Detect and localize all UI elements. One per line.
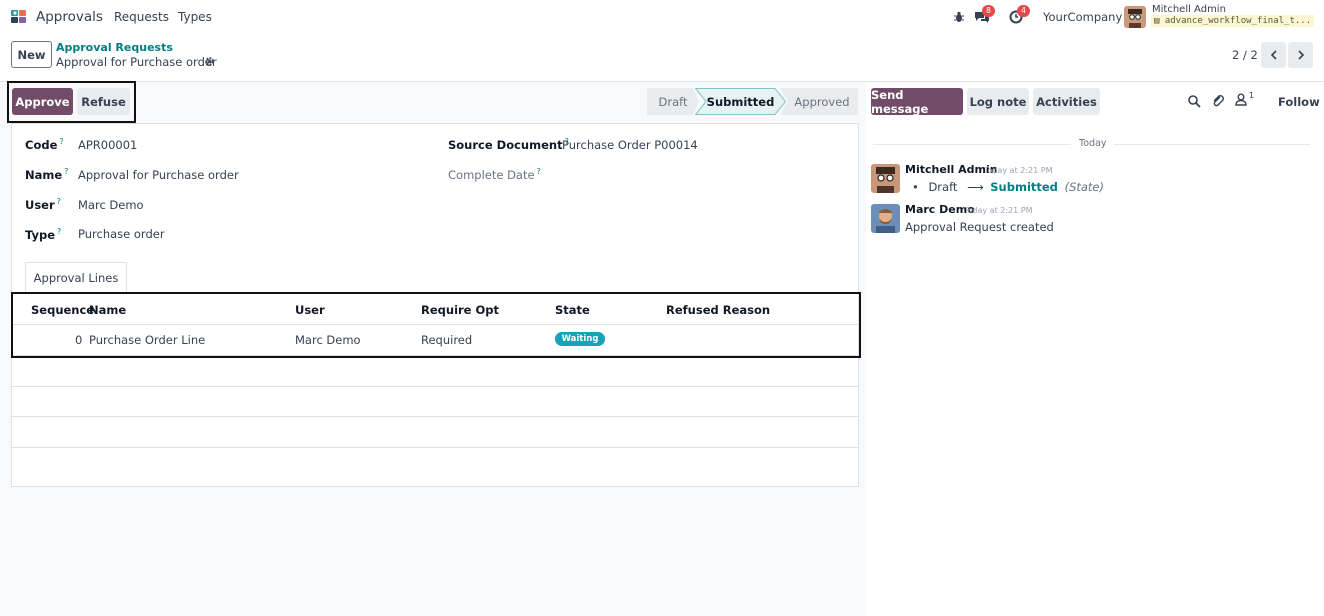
status-draft[interactable]: Draft bbox=[647, 88, 699, 115]
tracking-new-value: Submitted bbox=[990, 180, 1058, 194]
arrow-right-icon: ⟶ bbox=[967, 180, 984, 194]
type-value[interactable]: Purchase order bbox=[78, 227, 165, 241]
table-empty-row-divider bbox=[12, 416, 858, 417]
approvals-app-icon[interactable] bbox=[11, 9, 27, 25]
activities-button[interactable]: Activities bbox=[1033, 88, 1100, 115]
activities-clock-icon[interactable]: 4 bbox=[1009, 0, 1030, 34]
user-name[interactable]: Mitchell Admin bbox=[1152, 4, 1226, 15]
table-empty-row-divider bbox=[12, 386, 858, 387]
avatar[interactable] bbox=[871, 164, 900, 193]
messages-icon[interactable]: 8 bbox=[974, 0, 995, 34]
pager-next-button[interactable] bbox=[1288, 42, 1313, 68]
complete-date-label: Complete Date? bbox=[448, 167, 541, 182]
breadcrumb-current-record: Approval for Purchase order bbox=[56, 55, 217, 69]
menu-requests[interactable]: Requests bbox=[114, 10, 169, 24]
followers-button[interactable]: 1 bbox=[1235, 91, 1254, 109]
breadcrumb-approval-requests[interactable]: Approval Requests bbox=[56, 41, 173, 54]
person-icon bbox=[1235, 93, 1247, 106]
menu-types[interactable]: Types bbox=[178, 10, 212, 24]
message-time: Today at 2:21 PM bbox=[964, 206, 1033, 215]
user-avatar[interactable] bbox=[1124, 6, 1146, 28]
tab-approval-lines[interactable]: Approval Lines bbox=[25, 262, 127, 293]
code-label: Code? bbox=[25, 137, 64, 152]
database-name: ▤ advance_workflow_final_t... bbox=[1151, 15, 1314, 27]
user-value[interactable]: Marc Demo bbox=[78, 198, 144, 212]
status-submitted-outline bbox=[695, 88, 786, 115]
debug-bug-icon[interactable] bbox=[953, 0, 965, 34]
highlight-box-actions bbox=[7, 81, 136, 123]
message-time: Today at 2:21 PM bbox=[984, 166, 1053, 175]
date-separator-line bbox=[873, 144, 1071, 145]
tracking-old-value: Draft bbox=[928, 180, 958, 194]
tracking-value: • Draft ⟶ Submitted (State) bbox=[912, 180, 1104, 194]
date-separator: Today bbox=[1079, 138, 1107, 149]
tracking-field: (State) bbox=[1064, 180, 1104, 194]
source-document-label: Source Document? bbox=[448, 137, 569, 152]
code-value[interactable]: APR00001 bbox=[78, 138, 137, 152]
chevron-right-icon bbox=[1297, 50, 1304, 60]
type-label: Type? bbox=[25, 227, 62, 242]
message-body: Approval Request created bbox=[905, 220, 1054, 234]
table-empty-row-divider bbox=[12, 447, 858, 448]
log-note-button[interactable]: Log note bbox=[967, 88, 1029, 115]
avatar[interactable] bbox=[871, 204, 900, 233]
highlight-box-approval-lines bbox=[11, 292, 861, 358]
name-value[interactable]: Approval for Purchase order bbox=[78, 168, 239, 182]
top-navbar: Approvals Requests Types 8 4 YourCompany… bbox=[0, 0, 1324, 34]
send-message-button[interactable]: Send message bbox=[871, 88, 963, 116]
company-switcher[interactable]: YourCompany bbox=[1043, 0, 1122, 34]
app-name[interactable]: Approvals bbox=[36, 9, 103, 25]
user-label: User? bbox=[25, 197, 61, 212]
chevron-left-icon bbox=[1270, 50, 1277, 60]
messages-count-badge: 8 bbox=[982, 5, 995, 17]
database-name-text: advance_workflow_final_t... bbox=[1164, 16, 1312, 26]
activities-count-badge: 4 bbox=[1017, 5, 1030, 17]
pager-value[interactable]: 2 / 2 bbox=[1232, 48, 1258, 62]
new-button[interactable]: New bbox=[11, 41, 52, 68]
pager-previous-button[interactable] bbox=[1261, 42, 1286, 68]
followers-count: 1 bbox=[1249, 91, 1255, 100]
gear-icon[interactable] bbox=[204, 56, 215, 67]
paperclip-icon[interactable] bbox=[1211, 94, 1225, 108]
name-label: Name? bbox=[25, 167, 69, 182]
follow-button[interactable]: Follow bbox=[1278, 95, 1320, 109]
search-icon[interactable] bbox=[1187, 94, 1201, 108]
status-approved[interactable]: Approved bbox=[780, 88, 858, 115]
date-separator-line bbox=[1114, 144, 1310, 145]
source-document-value[interactable]: Purchase Order P00014 bbox=[562, 138, 698, 152]
